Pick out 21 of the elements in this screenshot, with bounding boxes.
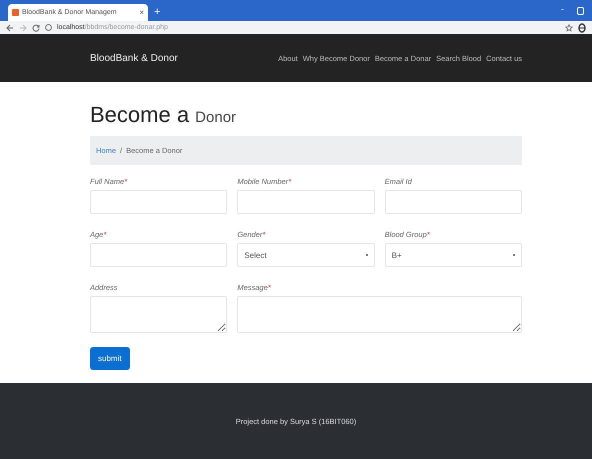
back-icon[interactable] xyxy=(6,24,14,32)
dropdown[interactable]: B+ xyxy=(384,243,522,267)
input-field[interactable] xyxy=(90,190,228,214)
reload-icon[interactable] xyxy=(32,24,40,32)
input-field[interactable] xyxy=(384,190,522,214)
text-area[interactable] xyxy=(90,296,228,333)
submit-button[interactable]: submit xyxy=(90,347,130,370)
favicon-icon xyxy=(12,9,19,16)
input-field[interactable] xyxy=(90,243,228,267)
new-tab-button[interactable]: + xyxy=(154,6,160,18)
text-area[interactable] xyxy=(237,296,522,333)
dropdown[interactable]: Select xyxy=(237,243,375,267)
brand-link[interactable]: BloodBank & Donor xyxy=(90,52,178,64)
minimize-button[interactable]: - xyxy=(561,4,564,14)
info-icon xyxy=(45,24,52,31)
star-icon[interactable] xyxy=(565,24,573,32)
page-title: Become a Donor xyxy=(90,102,238,128)
restore-icon[interactable] xyxy=(577,7,584,15)
profile-icon[interactable] xyxy=(578,22,586,32)
input-field[interactable] xyxy=(237,190,375,214)
forward-icon[interactable] xyxy=(19,24,27,32)
